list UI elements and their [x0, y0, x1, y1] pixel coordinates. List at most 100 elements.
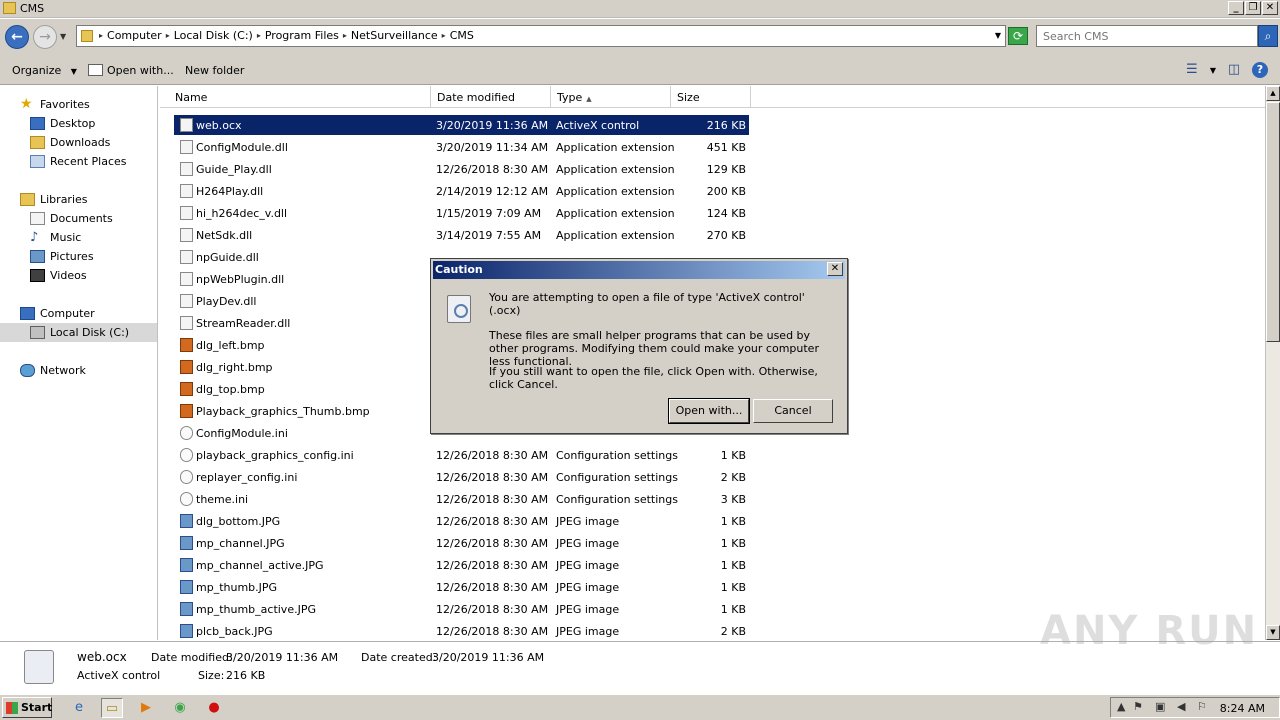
column-size[interactable]: Size	[671, 86, 751, 108]
file-type: ActiveX control	[556, 119, 640, 132]
chevron-right-icon[interactable]: ▸	[442, 31, 446, 40]
nav-libraries[interactable]: Libraries	[0, 190, 157, 209]
media-player-icon[interactable]: ▶	[135, 698, 157, 718]
jpg-file-icon	[180, 514, 193, 528]
volume-icon[interactable]: ◀	[1177, 700, 1185, 713]
nav-local-disk[interactable]: Local Disk (C:)	[0, 323, 157, 342]
nav-computer[interactable]: Computer	[0, 304, 157, 323]
nav-videos[interactable]: Videos	[0, 266, 157, 285]
preview-pane-icon[interactable]: ◫	[1226, 62, 1242, 78]
crumb-localdisk[interactable]: Local Disk (C:)	[174, 29, 253, 42]
minimize-button[interactable]: _	[1228, 1, 1244, 15]
organize-button[interactable]: Organize ▼	[12, 64, 77, 77]
ie-icon[interactable]: e	[68, 698, 90, 718]
file-size: 1 KB	[720, 515, 746, 528]
nav-music[interactable]: ♪ Music	[0, 228, 157, 247]
chevron-right-icon[interactable]: ▸	[343, 31, 347, 40]
file-size: 216 KB	[706, 119, 746, 132]
scroll-down-button[interactable]: ▼	[1266, 625, 1280, 640]
table-row[interactable]: H264Play.dll 2/14/2019 12:12 AM Applicatio…	[174, 181, 749, 201]
scroll-up-button[interactable]: ▲	[1266, 86, 1280, 101]
chevron-right-icon[interactable]: ▸	[166, 31, 170, 40]
chevron-down-icon[interactable]: ▼	[1210, 66, 1216, 75]
nav-network[interactable]: Network	[0, 361, 157, 380]
scroll-thumb[interactable]	[1266, 102, 1280, 342]
open-with-dialog-button[interactable]: Open with...	[668, 398, 750, 424]
table-row[interactable]: Guide_Play.dll 12/26/2018 8:30 AM Applicat…	[174, 159, 749, 179]
nav-pictures[interactable]: Pictures	[0, 247, 157, 266]
organize-label: Organize	[12, 64, 62, 77]
column-type[interactable]: Type ▲	[551, 86, 671, 108]
table-row[interactable]: dlg_bottom.JPG 12/26/2018 8:30 AM JPEG ima…	[174, 511, 749, 531]
table-row[interactable]: plcb_back.JPG 12/26/2018 8:30 AM JPEG imag…	[174, 621, 749, 640]
videos-icon	[30, 269, 45, 282]
help-icon[interactable]: ?	[1252, 62, 1268, 78]
file-size: 129 KB	[706, 163, 746, 176]
nav-favorites[interactable]: ★ Favorites	[0, 95, 157, 114]
file-name: dlg_bottom.JPG	[196, 515, 281, 528]
tray-expand-icon[interactable]: ▲	[1117, 700, 1125, 713]
cancel-button[interactable]: Cancel	[753, 399, 833, 423]
refresh-button[interactable]: ⟳	[1008, 27, 1028, 45]
maximize-button[interactable]: ❐	[1245, 1, 1261, 15]
file-name: StreamReader.dll	[196, 317, 291, 330]
table-row[interactable]: mp_thumb_active.JPG 12/26/2018 8:30 AM JPE…	[174, 599, 749, 619]
nav-label: Libraries	[40, 193, 88, 206]
view-options-icon[interactable]: ☰	[1184, 62, 1200, 78]
jpg-file-icon	[180, 580, 193, 594]
nav-label: Local Disk (C:)	[50, 326, 130, 339]
network-tray-icon[interactable]: ▣	[1155, 700, 1165, 713]
nav-desktop[interactable]: Desktop	[0, 114, 157, 133]
back-button[interactable]: ←	[5, 25, 29, 49]
nav-downloads[interactable]: Downloads	[0, 133, 157, 152]
opera-icon[interactable]: ●	[203, 698, 225, 718]
table-row[interactable]: NetSdk.dll 3/14/2019 7:55 AM Application e…	[174, 225, 749, 245]
dialog-close-button[interactable]: ✕	[827, 262, 843, 276]
table-row[interactable]: ConfigModule.dll 3/20/2019 11:34 AM Applic…	[174, 137, 749, 157]
explorer-icon[interactable]: ▭	[101, 698, 123, 718]
jpg-file-icon	[180, 558, 193, 572]
forward-button[interactable]: →	[33, 25, 57, 49]
file-name: Guide_Play.dll	[196, 163, 272, 176]
file-size: 1 KB	[720, 449, 746, 462]
history-dropdown-icon[interactable]: ▼	[60, 32, 66, 41]
nav-label: Computer	[40, 307, 95, 320]
start-button[interactable]: Start	[2, 697, 52, 718]
chrome-icon[interactable]: ◉	[169, 698, 191, 718]
vertical-scrollbar[interactable]: ▲ ▼	[1265, 86, 1280, 640]
ini-file-icon	[180, 492, 193, 506]
table-row[interactable]: mp_channel_active.JPG 12/26/2018 8:30 AM J…	[174, 555, 749, 575]
column-name[interactable]: Name	[169, 86, 431, 108]
column-date[interactable]: Date modified	[431, 86, 551, 108]
table-row[interactable]: playback_graphics_config.ini 12/26/2018 8…	[174, 445, 749, 465]
nav-recent-places[interactable]: Recent Places	[0, 152, 157, 171]
clock[interactable]: 8:24 AM	[1220, 702, 1265, 715]
dll-file-icon	[180, 206, 193, 220]
new-folder-button[interactable]: New folder	[185, 64, 244, 77]
nav-documents[interactable]: Documents	[0, 209, 157, 228]
file-size: 1 KB	[720, 603, 746, 616]
crumb-programfiles[interactable]: Program Files	[265, 29, 339, 42]
search-input[interactable]	[1036, 25, 1258, 47]
table-row[interactable]: mp_thumb.JPG 12/26/2018 8:30 AM JPEG image…	[174, 577, 749, 597]
table-row[interactable]: hi_h264dec_v.dll 1/15/2019 7:09 AM Applica…	[174, 203, 749, 223]
crumb-cms[interactable]: CMS	[450, 29, 474, 42]
file-type: JPEG image	[556, 625, 620, 638]
crumb-netsurveillance[interactable]: NetSurveillance	[351, 29, 438, 42]
open-with-button[interactable]: Open with...	[107, 64, 174, 77]
nav-label: Downloads	[50, 136, 111, 149]
crumb-computer[interactable]: Computer	[107, 29, 162, 42]
action-center-icon[interactable]: ⚑	[1133, 700, 1143, 713]
table-row[interactable]: replayer_config.ini 12/26/2018 8:30 AM Con…	[174, 467, 749, 487]
table-row[interactable]: web.ocx 3/20/2019 11:36 AM ActiveX control…	[174, 115, 749, 135]
close-button[interactable]: ✕	[1262, 1, 1278, 15]
bmp-file-icon	[180, 338, 193, 352]
chevron-right-icon[interactable]: ▸	[99, 31, 103, 40]
chevron-right-icon[interactable]: ▸	[257, 31, 261, 40]
table-row[interactable]: theme.ini 12/26/2018 8:30 AM Configuration…	[174, 489, 749, 509]
chevron-down-icon[interactable]: ▼	[995, 31, 1001, 40]
address-bar[interactable]: ▸ Computer ▸ Local Disk (C:) ▸ Program F…	[76, 25, 1006, 47]
search-icon[interactable]: ⌕	[1258, 25, 1278, 47]
table-row[interactable]: mp_channel.JPG 12/26/2018 8:30 AM JPEG ima…	[174, 533, 749, 553]
flag-icon[interactable]: ⚐	[1197, 700, 1207, 713]
